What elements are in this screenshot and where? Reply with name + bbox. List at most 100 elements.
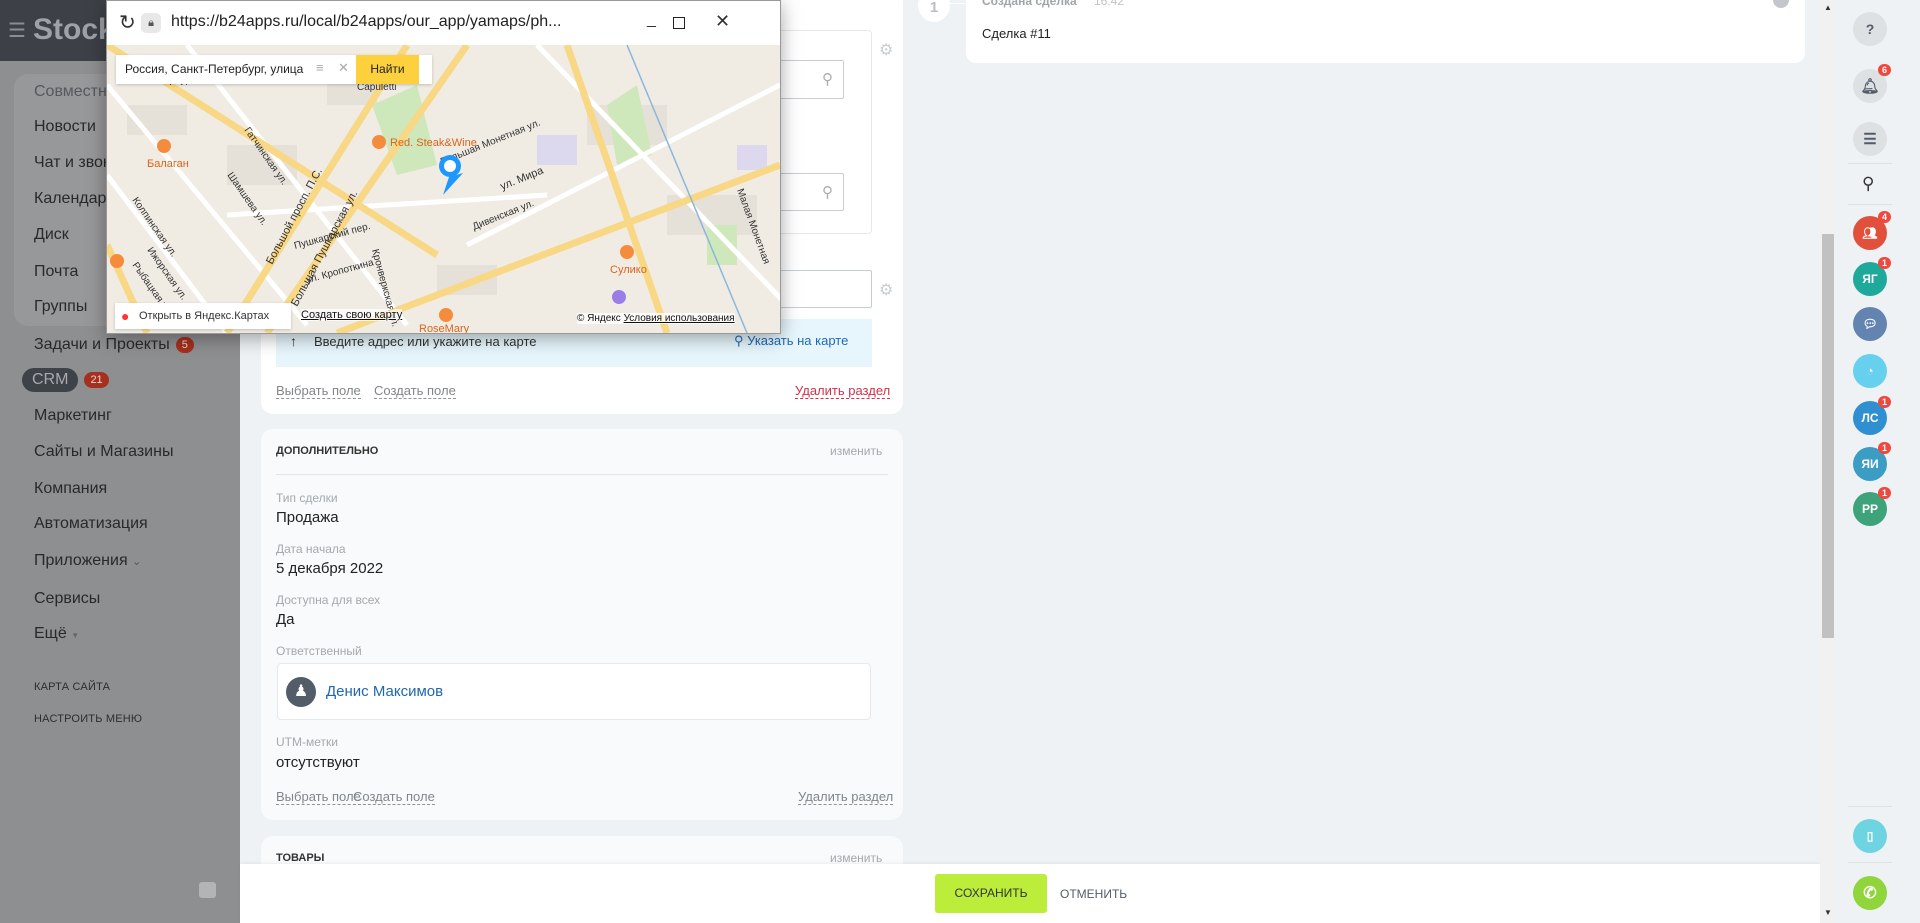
- help-icon[interactable]: ?: [1853, 12, 1887, 46]
- sidebar-item-label: Приложения: [34, 552, 128, 569]
- restaurant-icon[interactable]: [372, 135, 386, 149]
- avatar-initials: РР: [1861, 502, 1878, 516]
- cinema-icon[interactable]: [612, 290, 626, 304]
- event-time: 16:42: [1094, 0, 1125, 8]
- list-icon[interactable]: ≡: [316, 60, 324, 75]
- sidebar-item-apps[interactable]: Приложения ⌄: [34, 552, 141, 570]
- gear-icon[interactable]: ⚙: [879, 280, 893, 300]
- contact-avatar[interactable]: РР 1: [1853, 487, 1891, 526]
- contact-avatar[interactable]: ЛС 1: [1853, 396, 1891, 435]
- restaurant-icon[interactable]: [439, 308, 453, 322]
- bar-icon[interactable]: [110, 254, 124, 268]
- create-field-link[interactable]: Создать поле: [374, 383, 456, 399]
- open-in-yandex-button[interactable]: ● Открыть в Яндекс.Картах: [115, 303, 291, 329]
- search-icon: ⚲: [822, 184, 833, 201]
- cancel-button[interactable]: ОТМЕНИТЬ: [1060, 887, 1127, 901]
- popup-url: https://b24apps.ru/local/b24apps/our_app…: [171, 13, 562, 30]
- hamburger-icon[interactable]: ☰: [8, 18, 26, 43]
- save-button[interactable]: СОХРАНИТЬ: [935, 874, 1047, 913]
- user-icon: [1773, 0, 1789, 8]
- scroll-up-icon[interactable]: ▲: [1824, 3, 1832, 12]
- map-poi: Балаган: [147, 158, 189, 170]
- edit-section-link[interactable]: изменить: [830, 444, 882, 458]
- field-label: Ответственный: [276, 644, 362, 658]
- responsible-box: ♟ Денис Максимов: [277, 663, 871, 720]
- sidebar-item-tasks[interactable]: Задачи и Проекты 5: [34, 336, 194, 354]
- sidebar-item-more[interactable]: Ещё ▼: [34, 625, 79, 643]
- select-field-link[interactable]: Выбрать поле: [276, 789, 361, 805]
- phone-icon[interactable]: ✆: [1853, 876, 1887, 910]
- sidebar-item-label: Задачи и Проекты: [34, 336, 170, 353]
- printer-icon[interactable]: [199, 882, 216, 898]
- sidebar-item-mail[interactable]: Почта: [34, 263, 78, 281]
- map-poi: RoseMary: [419, 323, 470, 333]
- field-label: Тип сделки: [276, 491, 338, 505]
- restaurant-icon[interactable]: [157, 139, 171, 153]
- sidebar-item-groups[interactable]: Группы: [34, 298, 87, 316]
- map-poi: Red. Steak&Wine: [390, 137, 477, 149]
- sidebar-item-marketing[interactable]: Маркетинг: [34, 407, 112, 425]
- point-on-map-button[interactable]: ⚲ Указать на карте: [734, 333, 848, 349]
- cafe-icon[interactable]: [620, 245, 634, 259]
- divider: [1848, 862, 1892, 863]
- create-map-link[interactable]: Создать свою карту: [301, 309, 403, 321]
- search-icon[interactable]: ⚲: [1862, 174, 1874, 194]
- point-on-map-label: Указать на карте: [747, 333, 849, 348]
- sidebar-item-sites[interactable]: Сайты и Магазины: [34, 443, 173, 461]
- section-title: ДОПОЛНИТЕЛЬНО: [276, 445, 379, 457]
- yandex-map[interactable]: Петербургской Capuletti Гатчинская ул. Ш…: [107, 45, 780, 333]
- avatar: ♟: [286, 677, 316, 707]
- group-badge: 4: [1877, 211, 1891, 223]
- chat-list-icon[interactable]: ☰: [1853, 122, 1887, 156]
- sidebar-item-crm[interactable]: CRM 21: [22, 368, 109, 392]
- responsible-user-link[interactable]: Денис Максимов: [326, 683, 443, 700]
- mobile-cloud-icon[interactable]: ▯: [1853, 819, 1887, 853]
- contact-avatar[interactable]: ЯГ 1: [1853, 257, 1891, 296]
- configure-menu-link[interactable]: НАСТРОИТЬ МЕНЮ: [34, 713, 142, 725]
- group-chat-icon[interactable]: 👥︎ 4: [1853, 211, 1891, 250]
- map-search-input[interactable]: Россия, Санкт-Петербург, улица: [125, 62, 315, 76]
- timeline-card: Создана сделка 16:42 Сделка #11: [966, 0, 1805, 63]
- map-search-box[interactable]: Россия, Санкт-Петербург, улица ≡ ✕ Найти: [116, 55, 432, 84]
- contact-avatar[interactable]: ЯИ 1: [1853, 442, 1891, 481]
- field-value: Да: [276, 611, 295, 628]
- unread-badge: 1: [1877, 396, 1891, 408]
- scrollbar-thumb[interactable]: [1822, 234, 1834, 638]
- delete-section-link[interactable]: Удалить раздел: [795, 383, 891, 399]
- delete-section-link[interactable]: Удалить раздел: [798, 789, 894, 805]
- sidebar-item-automation[interactable]: Автоматизация: [34, 515, 148, 533]
- clear-icon[interactable]: ✕: [338, 60, 349, 76]
- general-chat-icon[interactable]: 💬︎: [1853, 307, 1887, 341]
- map-search-button[interactable]: Найти: [356, 55, 419, 84]
- maximize-icon[interactable]: [673, 17, 685, 29]
- map-popup-window: ↻ 🔒︎ https://b24apps.ru/local/b24apps/ou…: [106, 0, 781, 334]
- sidebar-item-services[interactable]: Сервисы: [34, 590, 100, 608]
- caret-down-icon: ▼: [71, 631, 80, 640]
- tasks-badge: 5: [175, 336, 194, 353]
- chevron-down-icon: ⌄: [132, 556, 142, 568]
- reload-icon[interactable]: ↻: [119, 10, 136, 35]
- search-icon: ⚲: [822, 71, 833, 88]
- scroll-down-icon[interactable]: ▼: [1824, 908, 1832, 917]
- user-clock-icon[interactable]: ◔: [1853, 354, 1887, 388]
- sidebar-item-calendar[interactable]: Календарь: [34, 190, 115, 208]
- sitemap-link[interactable]: КАРТА САЙТА: [34, 681, 110, 693]
- user-pin-icon: ⚲: [734, 333, 744, 348]
- minimize-icon[interactable]: _: [647, 11, 656, 29]
- scrollbar[interactable]: ▲ ▼: [1820, 0, 1837, 923]
- sidebar-item-disk[interactable]: Диск: [34, 226, 69, 244]
- sidebar-item-news[interactable]: Новости: [34, 118, 96, 136]
- field-value: отсутствуют: [276, 754, 360, 771]
- gear-icon[interactable]: ⚙: [879, 40, 893, 60]
- map-poi: Сулико: [610, 264, 647, 276]
- bell-icon[interactable]: 🔔︎ 6: [1853, 64, 1891, 103]
- select-field-link[interactable]: Выбрать поле: [276, 383, 361, 399]
- edit-section-link[interactable]: изменить: [830, 851, 882, 865]
- field-label: Доступна для всех: [276, 593, 381, 607]
- sidebar-item-company[interactable]: Компания: [34, 480, 107, 498]
- divider: [276, 474, 888, 475]
- terms-link[interactable]: Условия использования: [624, 313, 735, 324]
- create-field-link[interactable]: Создать поле: [353, 789, 435, 805]
- divider: [1848, 163, 1892, 164]
- close-icon[interactable]: ✕: [715, 11, 730, 32]
